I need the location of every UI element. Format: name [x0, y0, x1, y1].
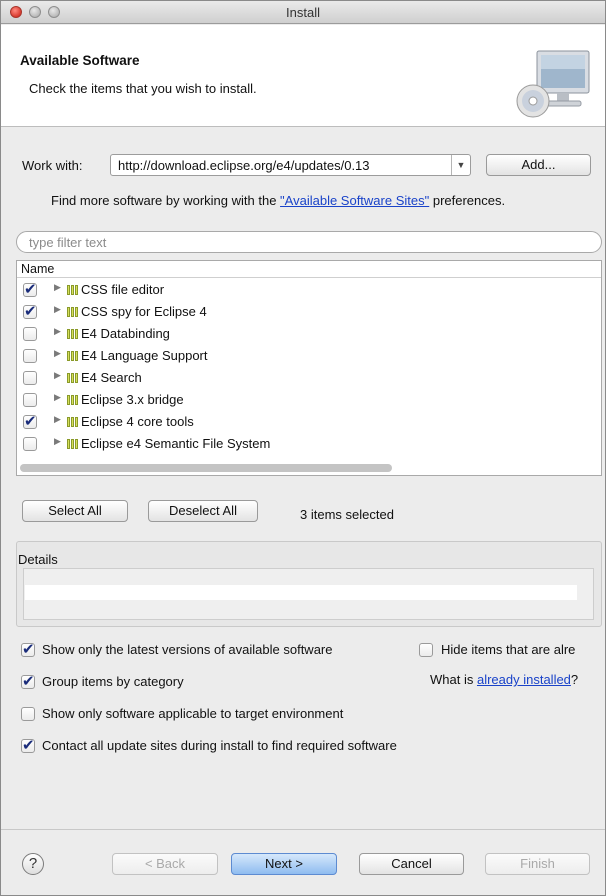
tree-row-checkbox[interactable] — [23, 349, 37, 363]
target-environment-label: Show only software applicable to target … — [42, 706, 344, 721]
what-is-suffix: ? — [570, 672, 579, 687]
tree-row-checkbox[interactable] — [23, 437, 37, 451]
finish-button[interactable]: Finish — [485, 853, 590, 875]
expander-icon[interactable]: ▶ — [54, 327, 61, 337]
filter-input[interactable]: type filter text — [16, 231, 602, 253]
group-by-category-checkbox[interactable] — [21, 672, 35, 690]
tree-row-label: CSS spy for Eclipse 4 — [81, 304, 207, 319]
expander-icon[interactable]: ▶ — [54, 283, 61, 293]
tree-row-checkbox[interactable] — [23, 371, 37, 385]
hide-installed-label: Hide items that are alre — [441, 642, 576, 657]
available-software-sites-link[interactable]: "Available Software Sites" — [280, 193, 429, 208]
tree-row-label: Eclipse 4 core tools — [81, 414, 194, 429]
dropdown-arrow-icon[interactable]: ▼ — [451, 155, 470, 175]
tree-row-checkbox[interactable] — [23, 302, 37, 320]
package-icon — [67, 351, 78, 361]
work-with-combo[interactable]: http://download.eclipse.org/e4/updates/0… — [110, 154, 471, 176]
what-is-installed: What is already installed? — [430, 672, 578, 687]
select-all-button[interactable]: Select All — [22, 500, 128, 522]
deselect-all-button[interactable]: Deselect All — [148, 500, 258, 522]
software-tree[interactable]: Name ▶ CSS file editor ▶ CSS spy for Eclips… — [16, 260, 602, 476]
tree-row[interactable]: ▶ E4 Search — [17, 367, 601, 389]
install-computer-icon — [516, 50, 590, 118]
title-bar[interactable]: Install — [1, 1, 605, 24]
expander-icon[interactable]: ▶ — [54, 305, 61, 315]
tree-row[interactable]: ▶ Eclipse 4 core tools — [17, 411, 601, 433]
expander-icon[interactable]: ▶ — [54, 393, 61, 403]
package-icon — [67, 395, 78, 405]
tree-row-label: Eclipse 3.x bridge — [81, 392, 184, 407]
latest-versions-checkbox[interactable] — [21, 640, 35, 658]
package-icon — [67, 285, 78, 295]
horizontal-scrollbar[interactable] — [20, 464, 392, 472]
tree-row-checkbox[interactable] — [23, 393, 37, 407]
details-text — [23, 568, 594, 620]
expander-icon[interactable]: ▶ — [54, 371, 61, 381]
what-is-prefix: What is — [430, 672, 477, 687]
details-title: Details — [18, 552, 58, 567]
package-icon — [67, 373, 78, 383]
next-button[interactable]: Next > — [231, 853, 337, 875]
tree-row[interactable]: ▶ E4 Language Support — [17, 345, 601, 367]
software-sites-hint: Find more software by working with the "… — [51, 193, 505, 208]
tree-row[interactable]: ▶ CSS spy for Eclipse 4 — [17, 301, 601, 323]
cancel-button[interactable]: Cancel — [359, 853, 464, 875]
expander-icon[interactable]: ▶ — [54, 437, 61, 447]
page-title: Available Software — [20, 53, 140, 68]
install-window: Install Available Software Check the ite… — [0, 0, 606, 896]
hide-installed-checkbox[interactable] — [419, 643, 433, 657]
group-by-category-label: Group items by category — [42, 674, 184, 689]
contact-sites-label: Contact all update sites during install … — [42, 738, 397, 753]
tree-row-label: CSS file editor — [81, 282, 165, 297]
package-icon — [67, 439, 78, 449]
already-installed-link[interactable]: already installed — [477, 672, 571, 687]
tree-row[interactable]: ▶ Eclipse 3.x bridge — [17, 389, 601, 411]
tree-row-label: E4 Databinding — [81, 326, 170, 341]
contact-sites-checkbox[interactable] — [21, 736, 35, 754]
back-button[interactable]: < Back — [112, 853, 218, 875]
filter-placeholder: type filter text — [29, 235, 107, 250]
package-icon — [67, 417, 78, 427]
tree-row[interactable]: ▶ CSS file editor — [17, 279, 601, 301]
tree-row-checkbox[interactable] — [23, 327, 37, 341]
add-site-button[interactable]: Add... — [486, 154, 591, 176]
footer-divider — [1, 829, 605, 830]
name-column-header[interactable]: Name — [17, 261, 601, 278]
tree-row-label: E4 Search — [81, 370, 142, 385]
details-content-bar — [25, 585, 577, 600]
expander-icon[interactable]: ▶ — [54, 415, 61, 425]
work-with-label: Work with: — [22, 158, 83, 173]
window-title: Install — [286, 5, 320, 20]
page-description: Check the items that you wish to install… — [29, 81, 257, 96]
latest-versions-label: Show only the latest versions of availab… — [42, 642, 333, 657]
hint-prefix: Find more software by working with the — [51, 193, 281, 208]
selection-status: 3 items selected — [300, 507, 394, 522]
help-icon[interactable]: ? — [22, 853, 44, 875]
tree-row[interactable]: ▶ Eclipse e4 Semantic File System — [17, 433, 601, 455]
hint-suffix: preferences. — [429, 193, 506, 208]
tree-row-checkbox[interactable] — [23, 412, 37, 430]
tree-row-checkbox[interactable] — [23, 280, 37, 298]
header-banner: Available Software Check the items that … — [1, 25, 605, 127]
package-icon — [67, 307, 78, 317]
target-environment-checkbox[interactable] — [21, 707, 35, 721]
tree-row[interactable]: ▶ E4 Databinding — [17, 323, 601, 345]
tree-row-label: Eclipse e4 Semantic File System — [81, 436, 271, 451]
expander-icon[interactable]: ▶ — [54, 349, 61, 359]
tree-row-label: E4 Language Support — [81, 348, 208, 363]
package-icon — [67, 329, 78, 339]
work-with-value[interactable]: http://download.eclipse.org/e4/updates/0… — [118, 158, 442, 173]
